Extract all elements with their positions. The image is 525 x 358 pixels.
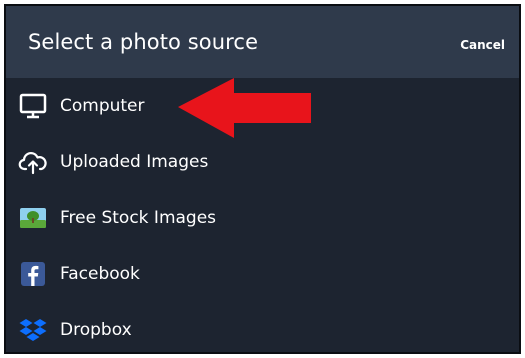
source-item-dropbox[interactable]: Dropbox <box>6 302 519 352</box>
source-label-facebook: Facebook <box>60 264 140 284</box>
source-list: Computer Uploaded Images Free Stock Imag… <box>6 78 519 352</box>
source-label-computer: Computer <box>60 96 145 116</box>
source-label-uploaded-images: Uploaded Images <box>60 152 209 172</box>
cancel-button[interactable]: Cancel <box>460 38 505 52</box>
facebook-icon <box>16 259 50 289</box>
photo-source-dialog: Select a photo source Cancel Computer Up… <box>4 4 521 354</box>
stock-image-icon <box>16 203 50 233</box>
source-item-facebook[interactable]: Facebook <box>6 246 519 302</box>
cloud-upload-icon <box>16 147 50 177</box>
source-item-computer[interactable]: Computer <box>6 78 519 134</box>
source-label-free-stock-images: Free Stock Images <box>60 208 217 228</box>
source-label-dropbox: Dropbox <box>60 320 132 340</box>
monitor-icon <box>16 91 50 121</box>
source-item-free-stock-images[interactable]: Free Stock Images <box>6 190 519 246</box>
source-item-uploaded-images[interactable]: Uploaded Images <box>6 134 519 190</box>
dialog-header: Select a photo source Cancel <box>6 6 519 78</box>
dropbox-icon <box>16 315 50 345</box>
dialog-title: Select a photo source <box>28 30 259 54</box>
